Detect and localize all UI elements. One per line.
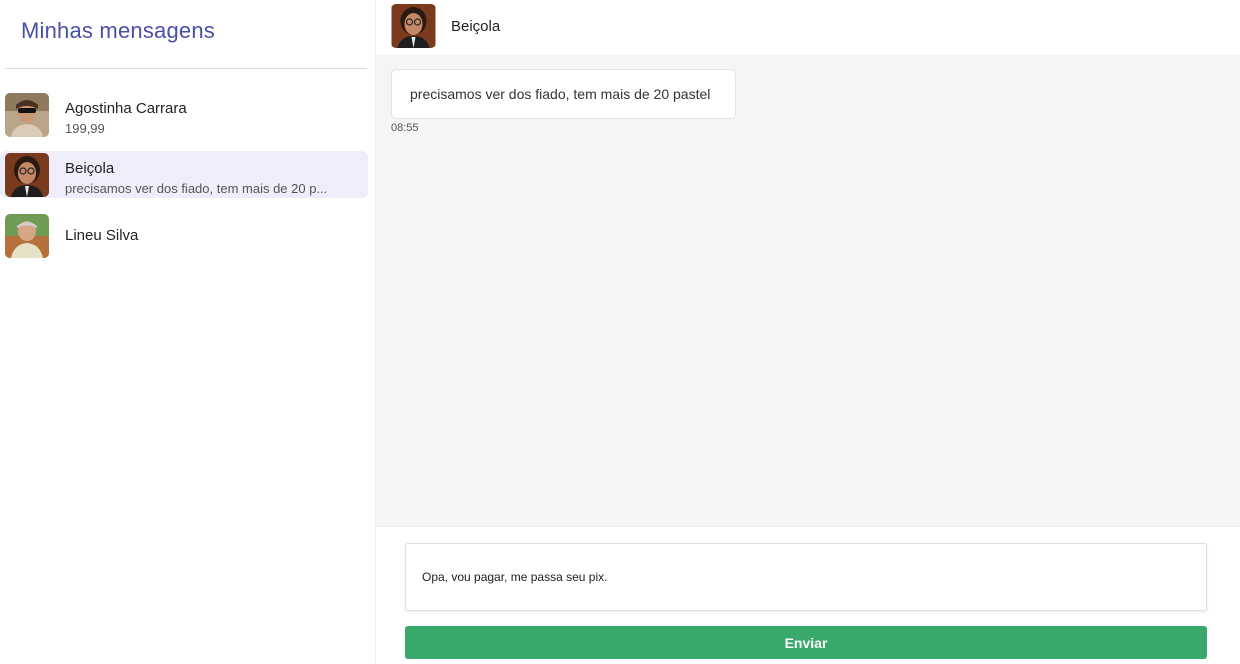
message-timestamp: 08:55 [391, 122, 419, 134]
conversation-item-beicola[interactable]: Beiçola precisamos ver dos fiado, tem ma… [0, 151, 368, 198]
message-text: precisamos ver dos fiado, tem mais de 20… [410, 86, 711, 102]
message-area[interactable]: precisamos ver dos fiado, tem mais de 20… [376, 55, 1240, 526]
conversation-item-agostinha[interactable]: Agostinha Carrara 199,99 [0, 91, 368, 138]
conversation-name: Agostinha Carrara [65, 100, 187, 117]
conversation-item-lineu[interactable]: Lineu Silva [0, 212, 368, 259]
contact-avatar[interactable] [391, 4, 436, 48]
sidebar-title: Minhas mensagens [21, 18, 215, 43]
conversation-name: Beiçola [65, 160, 115, 177]
chat-panel: Beiçola precisamos ver dos fiado, tem ma… [375, 0, 1240, 664]
conversation-name: Lineu Silva [65, 227, 139, 244]
sidebar-divider [5, 68, 367, 69]
conversations-sidebar: Minhas mensagens Agostinha Carrara 199,9… [0, 0, 375, 664]
avatar [5, 214, 49, 258]
message-input[interactable] [405, 543, 1207, 611]
conversation-preview: 199,99 [65, 121, 105, 136]
message-bubble: precisamos ver dos fiado, tem mais de 20… [391, 69, 736, 119]
contact-name: Beiçola [451, 18, 501, 35]
send-button[interactable]: Enviar [405, 626, 1207, 659]
avatar [5, 93, 49, 137]
message-composer: Enviar [376, 526, 1240, 664]
chat-header: Beiçola [376, 0, 1240, 55]
avatar [5, 153, 49, 197]
conversation-preview: precisamos ver dos fiado, tem mais de 20… [65, 181, 328, 196]
